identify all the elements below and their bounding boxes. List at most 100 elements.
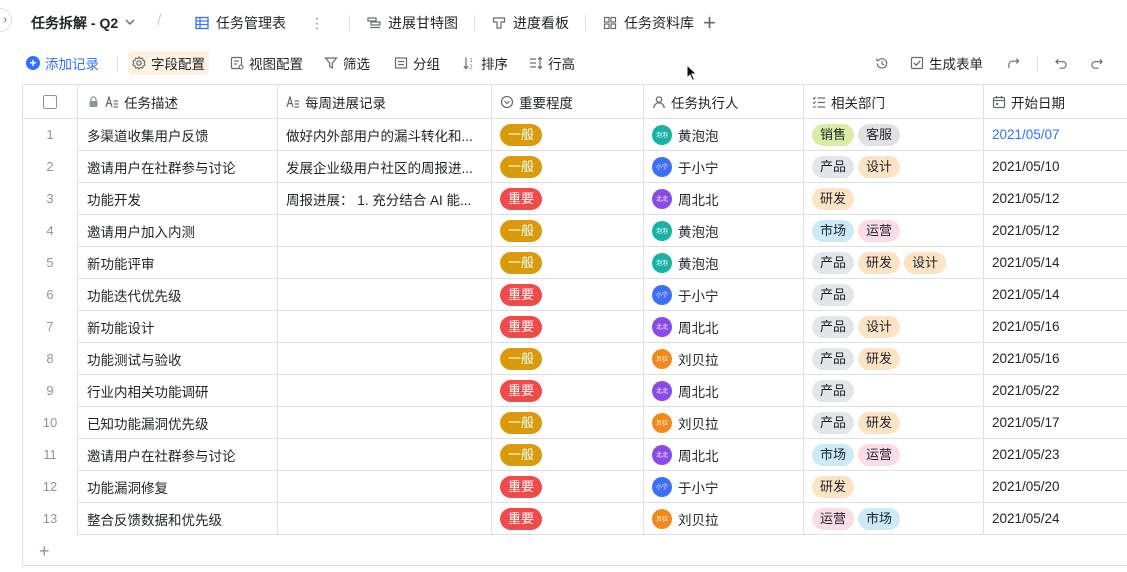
cell-departments[interactable]: 产品 [804,375,984,407]
select-all-checkbox[interactable] [23,85,78,118]
table-row[interactable]: 8 功能测试与验收 一般 贝拉 刘贝拉 产品 研发 2021/05/16 [23,343,1127,375]
cell-start-date[interactable]: 2021/05/23 [984,439,1127,471]
cell-assignee[interactable]: 北北 周北北 [644,439,804,471]
cell-assignee[interactable]: 贝拉 刘贝拉 [644,343,804,375]
cell-priority[interactable]: 一般 [492,215,644,247]
cell-start-date[interactable]: 2021/05/20 [984,471,1127,503]
cell-departments[interactable]: 产品 研发 [804,407,984,439]
cell-departments[interactable]: 产品 研发 [804,343,984,375]
cell-priority[interactable]: 一般 [492,439,644,471]
more-dots-icon[interactable]: ⋮ [310,15,324,32]
cell-task-desc[interactable]: 多渠道收集用户反馈 [78,119,278,151]
filter-button[interactable]: 筛选 [320,51,374,75]
cell-weekly-progress[interactable] [278,471,492,503]
share-button[interactable] [1003,51,1025,75]
table-row[interactable]: 9 行业内相关功能调研 重要 北北 周北北 产品 2021/05/22 [23,375,1127,407]
row-height-button[interactable]: 行高 [525,51,579,75]
tab-kanban[interactable]: 进度看板 [487,9,573,37]
cell-weekly-progress[interactable]: 周报进展： 1. 充分结合 AI 能... [278,183,492,215]
cell-task-desc[interactable]: 邀请用户在社群参与讨论 [78,151,278,183]
cell-weekly-progress[interactable] [278,343,492,375]
cell-weekly-progress[interactable] [278,439,492,471]
table-row[interactable]: 5 新功能评审 一般 泡泡 黄泡泡 产品 研发 设计 2021/05/14 [23,247,1127,279]
cell-weekly-progress[interactable] [278,407,492,439]
cell-priority[interactable]: 一般 [492,151,644,183]
cell-task-desc[interactable]: 邀请用户在社群参与讨论 [78,439,278,471]
cell-departments[interactable]: 运营 市场 [804,503,984,535]
cell-departments[interactable]: 市场 运营 [804,215,984,247]
column-header-assignee[interactable]: 任务执行人 [644,85,804,118]
table-row[interactable]: 12 功能漏洞修复 重要 小宁 于小宁 研发 2021/05/20 [23,471,1127,503]
cell-start-date[interactable]: 2021/05/22 [984,375,1127,407]
tab-gantt[interactable]: 进展甘特图 [362,9,462,37]
cell-task-desc[interactable]: 行业内相关功能调研 [78,375,278,407]
cell-departments[interactable]: 产品 设计 [804,311,984,343]
cell-departments[interactable]: 产品 设计 [804,151,984,183]
column-header-priority[interactable]: 重要程度 [492,85,644,118]
table-row[interactable]: 7 新功能设计 重要 北北 周北北 产品 设计 2021/05/16 [23,311,1127,343]
cell-priority[interactable]: 一般 [492,247,644,279]
table-row[interactable]: 13 整合反馈数据和优先级 重要 贝拉 刘贝拉 运营 市场 2021/05/24 [23,503,1127,535]
table-row[interactable]: 6 功能迭代优先级 重要 小宁 于小宁 产品 2021/05/14 [23,279,1127,311]
cell-task-desc[interactable]: 新功能评审 [78,247,278,279]
cell-task-desc[interactable]: 新功能设计 [78,311,278,343]
cell-start-date[interactable]: 2021/05/16 [984,311,1127,343]
tab-task-table[interactable]: 任务管理表 ⋮ [190,9,327,37]
cell-assignee[interactable]: 贝拉 刘贝拉 [644,503,804,535]
cell-weekly-progress[interactable] [278,503,492,535]
generate-form-button[interactable]: 生成表单 [906,51,987,75]
column-header-progress[interactable]: 每周进展记录 [278,85,492,118]
cell-departments[interactable]: 研发 [804,183,984,215]
cell-weekly-progress[interactable]: 发展企业级用户社区的周报进... [278,151,492,183]
cell-weekly-progress[interactable] [278,311,492,343]
column-header-departments[interactable]: 相关部门 [804,85,984,118]
cell-start-date[interactable]: 2021/05/24 [984,503,1127,535]
add-record-button[interactable]: + 添加记录 [22,51,103,75]
undo-button[interactable] [1050,51,1072,75]
table-row[interactable]: 1 多渠道收集用户反馈 做好内外部用户的漏斗转化和... 一般 泡泡 黄泡泡 销售 客服 202… [23,119,1127,151]
table-row[interactable]: 3 功能开发 周报进展： 1. 充分结合 AI 能... 重要 北北 周北北 研发 2021/… [23,183,1127,215]
history-button[interactable] [871,51,893,75]
cell-priority[interactable]: 一般 [492,119,644,151]
column-header-desc[interactable]: 任务描述 [78,85,278,118]
cell-weekly-progress[interactable] [278,215,492,247]
cell-priority[interactable]: 重要 [492,471,644,503]
cell-assignee[interactable]: 泡泡 黄泡泡 [644,119,804,151]
tab-gallery[interactable]: 任务资料库 [598,9,698,37]
cell-assignee[interactable]: 北北 周北北 [644,311,804,343]
cell-departments[interactable]: 研发 [804,471,984,503]
table-row[interactable]: 10 已知功能漏洞优先级 一般 贝拉 刘贝拉 产品 研发 2021/05/17 [23,407,1127,439]
cell-assignee[interactable]: 泡泡 黄泡泡 [644,247,804,279]
cell-priority[interactable]: 一般 [492,407,644,439]
add-view-button[interactable]: + [703,10,716,36]
base-title[interactable]: 任务拆解 - Q2 [31,13,136,33]
cell-assignee[interactable]: 贝拉 刘贝拉 [644,407,804,439]
redo-button[interactable] [1086,51,1108,75]
field-config-button[interactable]: 字段配置 [128,51,209,75]
cell-task-desc[interactable]: 功能测试与验收 [78,343,278,375]
cell-departments[interactable]: 销售 客服 [804,119,984,151]
cell-assignee[interactable]: 小宁 于小宁 [644,471,804,503]
cell-task-desc[interactable]: 功能开发 [78,183,278,215]
cell-priority[interactable]: 一般 [492,343,644,375]
cell-weekly-progress[interactable] [278,375,492,407]
group-button[interactable]: 分组 [390,51,444,75]
cell-priority[interactable]: 重要 [492,375,644,407]
cell-task-desc[interactable]: 功能漏洞修复 [78,471,278,503]
cell-assignee[interactable]: 小宁 于小宁 [644,279,804,311]
cell-start-date[interactable]: 2021/05/17 [984,407,1127,439]
cell-start-date[interactable]: 2021/05/10 [984,151,1127,183]
cell-assignee[interactable]: 北北 周北北 [644,183,804,215]
cell-start-date[interactable]: 2021/05/07 [984,119,1127,151]
cell-assignee[interactable]: 北北 周北北 [644,375,804,407]
cell-priority[interactable]: 重要 [492,503,644,535]
cell-task-desc[interactable]: 邀请用户加入内测 [78,215,278,247]
cell-priority[interactable]: 重要 [492,279,644,311]
cell-start-date[interactable]: 2021/05/14 [984,279,1127,311]
cell-departments[interactable]: 市场 运营 [804,439,984,471]
view-config-button[interactable]: 视图配置 [226,51,307,75]
cell-assignee[interactable]: 泡泡 黄泡泡 [644,215,804,247]
cell-task-desc[interactable]: 已知功能漏洞优先级 [78,407,278,439]
cell-start-date[interactable]: 2021/05/16 [984,343,1127,375]
cell-task-desc[interactable]: 整合反馈数据和优先级 [78,503,278,535]
